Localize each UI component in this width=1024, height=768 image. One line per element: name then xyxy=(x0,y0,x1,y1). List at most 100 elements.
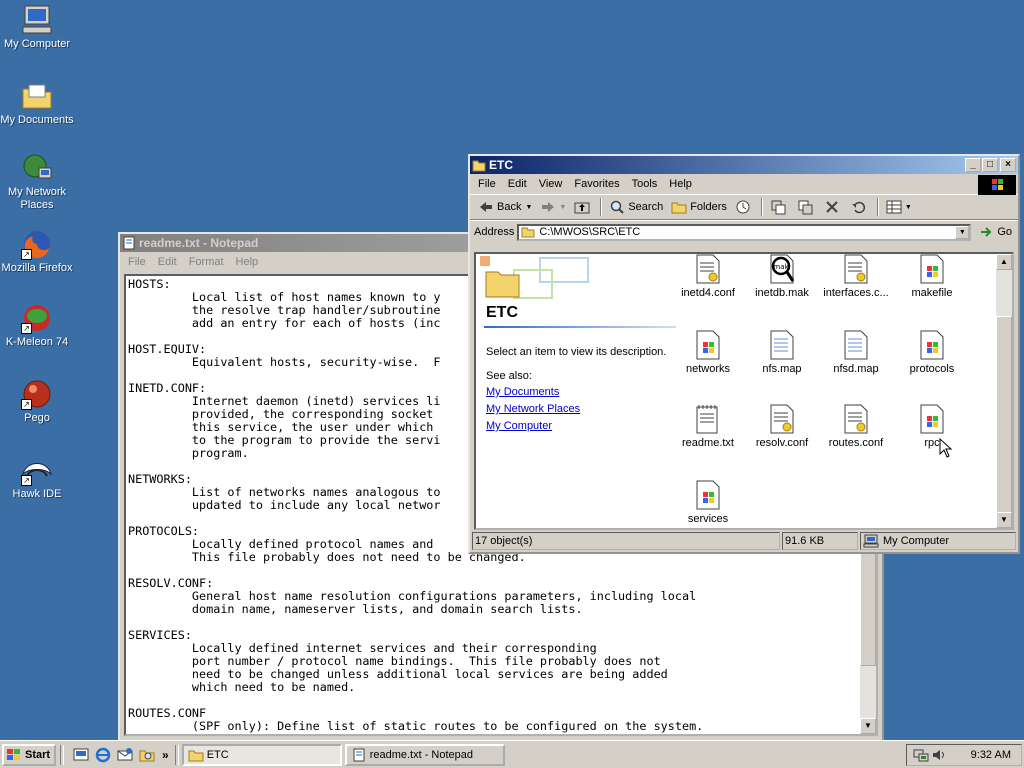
up-folder-button[interactable] xyxy=(570,197,597,217)
file-name: inetd4.conf xyxy=(681,287,735,299)
clock: 9:32 AM xyxy=(970,749,1011,761)
history-button[interactable] xyxy=(731,197,758,217)
quick-launch-chevron[interactable]: » xyxy=(162,748,169,762)
forward-arrow-icon xyxy=(540,199,556,215)
explorer-menu-file[interactable]: File xyxy=(472,178,502,190)
views-button[interactable]: ▼ xyxy=(882,197,916,217)
search-icon xyxy=(609,199,625,215)
file-item[interactable]: readme.txt xyxy=(670,404,746,449)
maximize-button[interactable]: □ xyxy=(982,158,998,172)
minimize-button[interactable]: _ xyxy=(965,158,981,172)
go-button[interactable]: Go xyxy=(974,222,1018,242)
task-button-notepad[interactable]: readme.txt - Notepad xyxy=(344,743,505,766)
file-item[interactable]: networks xyxy=(670,330,746,375)
file-item[interactable]: protocols xyxy=(894,330,970,375)
go-label: Go xyxy=(997,226,1012,238)
quick-launch xyxy=(70,747,158,763)
toolbar-separator xyxy=(760,198,763,216)
desktop-icon-my-documents[interactable]: My Documents xyxy=(0,80,74,127)
desktop-icon-label: My Computer xyxy=(3,38,71,50)
desktop-icon-label: Pego xyxy=(24,412,50,424)
back-arrow-icon xyxy=(478,199,494,215)
undo-button[interactable] xyxy=(847,197,874,217)
back-button[interactable]: Back ▼ xyxy=(474,197,536,217)
desktop-icon-my-computer[interactable]: My Computer xyxy=(0,4,74,51)
desktop-icon-mozilla-firefox[interactable]: ↗ Mozilla Firefox xyxy=(0,228,74,275)
file-name: networks xyxy=(685,363,731,375)
network-tray-icon[interactable] xyxy=(913,747,929,763)
folder-title: ETC xyxy=(486,304,518,321)
move-to-button[interactable] xyxy=(766,197,793,217)
link-my-network-places[interactable]: My Network Places xyxy=(486,403,580,415)
explorer-menu-tools[interactable]: Tools xyxy=(626,178,664,190)
address-dropdown-button[interactable]: ▼ xyxy=(955,225,970,239)
explorer-content[interactable]: ETC Select an item to view its descripti… xyxy=(474,252,1014,530)
explorer-window[interactable]: ETC _ □ × File Edit View Favorites Tools… xyxy=(468,154,1020,554)
file-item[interactable]: makefile xyxy=(894,254,970,299)
explorer-menu-favorites[interactable]: Favorites xyxy=(568,178,625,190)
outlook-express-icon[interactable] xyxy=(117,747,133,763)
taskbar-separator xyxy=(60,744,64,765)
start-button[interactable]: Start xyxy=(2,743,56,766)
notepad-menu-edit[interactable]: Edit xyxy=(152,256,183,268)
scroll-down-button[interactable]: ▼ xyxy=(860,718,876,734)
file-win-icon xyxy=(919,330,945,360)
file-item[interactable]: rpc xyxy=(894,404,970,449)
notepad-icon xyxy=(351,748,367,762)
explorer-scroll-thumb[interactable] xyxy=(996,316,1012,516)
forward-button[interactable]: ▼ xyxy=(536,197,570,217)
windows-logo-icon xyxy=(978,175,1016,195)
views-icon xyxy=(886,199,902,215)
notepad-menu-format[interactable]: Format xyxy=(183,256,230,268)
move-to-icon xyxy=(770,199,786,215)
file-item[interactable]: routes.conf xyxy=(818,404,894,449)
file-name: resolv.conf xyxy=(755,437,809,449)
link-my-computer[interactable]: My Computer xyxy=(486,420,552,432)
explorer-vertical-scrollbar[interactable]: ▲ ▼ xyxy=(996,254,1012,528)
desktop-icon-k-meleon[interactable]: ↗ K-Meleon 74 xyxy=(0,302,74,349)
file-item[interactable]: resolv.conf xyxy=(744,404,820,449)
show-desktop-icon[interactable] xyxy=(73,747,89,763)
notepad-menu-file[interactable]: File xyxy=(122,256,152,268)
explorer-menu-view[interactable]: View xyxy=(533,178,569,190)
file-item[interactable]: inetd4.conf xyxy=(670,254,746,299)
file-win-icon xyxy=(919,254,945,284)
file-name: makefile xyxy=(911,287,953,299)
link-my-documents[interactable]: My Documents xyxy=(486,386,559,398)
scroll-down-button[interactable]: ▼ xyxy=(996,512,1012,528)
shortcut-arrow-icon: ↗ xyxy=(21,323,32,334)
file-name: routes.conf xyxy=(828,437,884,449)
toolbar-separator xyxy=(876,198,879,216)
volume-tray-icon[interactable] xyxy=(931,747,947,763)
delete-button[interactable] xyxy=(820,197,847,217)
desktop-icon-label: My Network Places xyxy=(7,186,67,211)
file-item[interactable]: services xyxy=(670,480,746,525)
file-item[interactable]: mak inetdb.mak xyxy=(744,254,820,299)
internet-explorer-icon[interactable] xyxy=(95,747,111,763)
scroll-up-button[interactable]: ▲ xyxy=(996,254,1012,270)
file-doc-icon xyxy=(843,330,869,360)
folders-button[interactable]: Folders xyxy=(667,197,731,217)
pego-icon: ↗ xyxy=(21,378,53,410)
chevron-down-icon: ▼ xyxy=(559,203,567,211)
task-button-etc[interactable]: ETC xyxy=(181,743,342,766)
explorer-titlebar[interactable]: ETC _ □ × xyxy=(470,156,1018,174)
copy-to-button[interactable] xyxy=(793,197,820,217)
address-input[interactable]: C:\MWOS\SRC\ETC ▼ xyxy=(517,223,972,241)
explorer-menu-edit[interactable]: Edit xyxy=(502,178,533,190)
file-item[interactable]: nfsd.map xyxy=(818,330,894,375)
search-button[interactable]: Search xyxy=(605,197,667,217)
file-name: protocols xyxy=(909,363,955,375)
desktop-icon-hawk-ide[interactable]: ↗ Hawk IDE xyxy=(0,454,74,501)
desktop-icon-my-network-places[interactable]: My Network Places xyxy=(0,152,74,212)
search-folder-icon[interactable] xyxy=(139,747,155,763)
explorer-menu-help[interactable]: Help xyxy=(663,178,698,190)
desktop-icon-pego[interactable]: ↗ Pego xyxy=(0,378,74,425)
folder-icon xyxy=(521,226,535,238)
hawk-ide-icon: ↗ xyxy=(21,454,53,486)
close-button[interactable]: × xyxy=(1000,158,1016,172)
file-item[interactable]: interfaces.c... xyxy=(818,254,894,299)
notepad-menu-help[interactable]: Help xyxy=(230,256,265,268)
file-item[interactable]: nfs.map xyxy=(744,330,820,375)
desktop-icon-label: Mozilla Firefox xyxy=(1,262,73,274)
